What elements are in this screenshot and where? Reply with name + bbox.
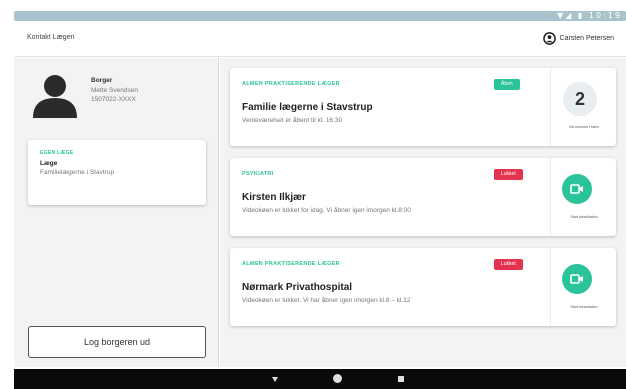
citizen-name: Mette Svendsen bbox=[91, 86, 138, 94]
queue-caption: Din nummer i køen bbox=[569, 125, 599, 129]
avatar-icon bbox=[33, 75, 77, 118]
start-video-button[interactable] bbox=[562, 264, 592, 294]
back-icon[interactable] bbox=[272, 377, 278, 382]
queue-number: 2 bbox=[563, 82, 597, 116]
citizen-panel: Borger Mette Svendsen 1507022-XXXX EGEN … bbox=[14, 58, 219, 367]
app-header: Kontakt Lægen Carsten Petersen bbox=[14, 21, 626, 57]
clinic-description: Venteværelset er åbent til kl. 16:30 bbox=[242, 117, 343, 124]
start-consultation: Start konsultation bbox=[550, 158, 616, 236]
logout-button[interactable]: Log borgeren ud bbox=[28, 326, 206, 358]
status-badge: Lukket bbox=[494, 259, 523, 270]
citizen-label: Borger bbox=[91, 77, 113, 84]
clinic-name: Nørmark Privathospital bbox=[242, 282, 353, 293]
own-doctor-card[interactable]: EGEN LÆGE Læge Familielægerne i Stavtrup bbox=[28, 140, 206, 205]
video-camera-icon bbox=[570, 184, 583, 194]
clinic-category: ALMEN PRAKTISERENDE LÆGER bbox=[242, 81, 340, 87]
android-nav-bar bbox=[14, 369, 626, 389]
status-badge: Åben bbox=[494, 79, 520, 90]
clinic-name: Familie lægerne i Stavstrup bbox=[242, 102, 373, 113]
clinic-card[interactable]: PSYKIATRI Lukket Kirsten Ilkjær Videokøe… bbox=[230, 158, 616, 236]
clinic-category: PSYKIATRI bbox=[242, 171, 274, 177]
queue-position: 2 Din nummer i køen bbox=[550, 68, 616, 146]
clinic-description: Videokøen er lukket. Vi har åbner igen i… bbox=[242, 297, 411, 304]
clinic-description: Videokøen er lukket for idag. Vi åbner i… bbox=[242, 207, 411, 214]
page-title: Kontakt Lægen bbox=[27, 34, 75, 41]
clinic-card[interactable]: ALMEN PRAKTISERENDE LÆGER Lukket Nørmark… bbox=[230, 248, 616, 326]
citizen-info: Borger Mette Svendsen 1507022-XXXX bbox=[91, 76, 138, 105]
clinic-category: ALMEN PRAKTISERENDE LÆGER bbox=[242, 261, 340, 267]
recent-apps-icon[interactable] bbox=[398, 376, 404, 382]
clinic-name: Kirsten Ilkjær bbox=[242, 192, 306, 203]
status-badge: Lukket bbox=[494, 169, 523, 180]
citizen-cpr: 1507022-XXXX bbox=[91, 96, 136, 103]
own-doctor-label: Læge bbox=[40, 160, 58, 167]
status-bar: ▼◢ ▮ 10:19 bbox=[14, 11, 626, 21]
own-doctor-tag: EGEN LÆGE bbox=[40, 150, 74, 156]
status-icons: ▼◢ ▮ 10:19 bbox=[557, 11, 622, 20]
user-icon bbox=[542, 32, 556, 45]
video-camera-icon bbox=[570, 274, 583, 284]
own-doctor-name: Familielægerne i Stavtrup bbox=[40, 169, 115, 176]
home-icon[interactable] bbox=[333, 374, 342, 383]
start-consultation-caption: Start konsultation bbox=[570, 215, 598, 219]
start-consultation: Start konsultation bbox=[550, 248, 616, 326]
user-menu[interactable]: Carsten Petersen bbox=[542, 32, 614, 45]
user-name: Carsten Petersen bbox=[559, 35, 614, 42]
start-video-button[interactable] bbox=[562, 174, 592, 204]
clinic-list: ALMEN PRAKTISERENDE LÆGER Åben Familie l… bbox=[220, 58, 626, 367]
start-consultation-caption: Start konsultation bbox=[570, 305, 598, 309]
clinic-card[interactable]: ALMEN PRAKTISERENDE LÆGER Åben Familie l… bbox=[230, 68, 616, 146]
